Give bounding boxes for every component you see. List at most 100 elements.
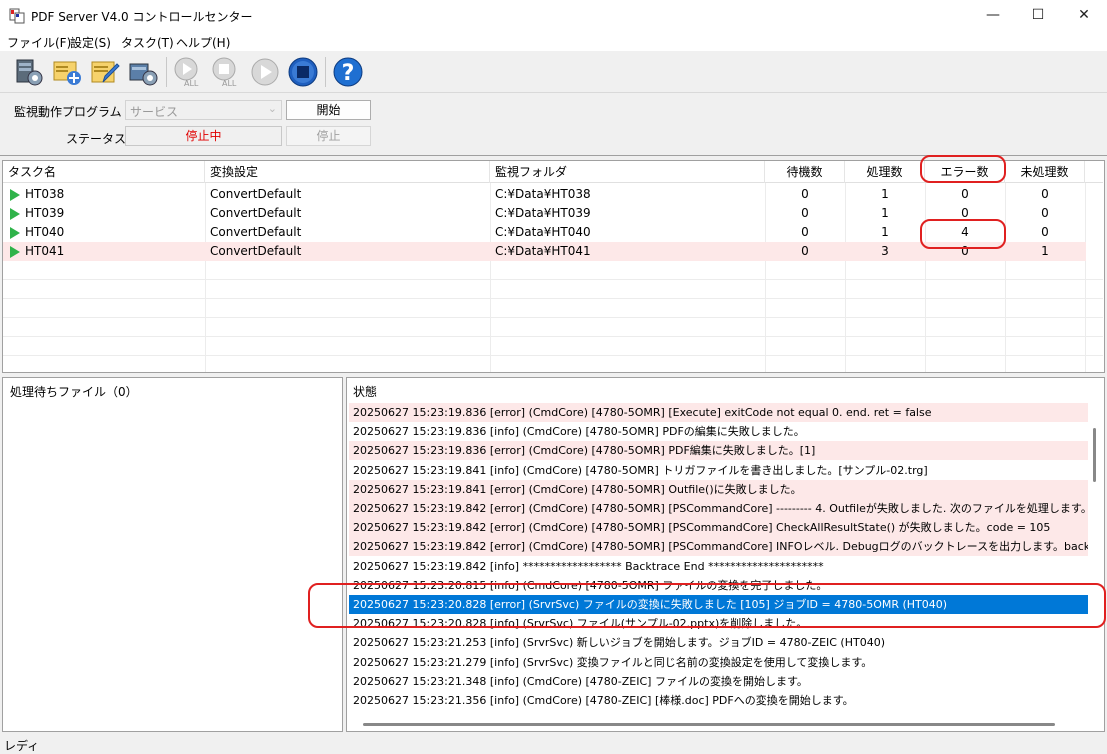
toolbar-separator [325, 57, 326, 87]
window-title: PDF Server V4.0 コントロールセンター [31, 10, 253, 24]
task-setting: ConvertDefault [210, 244, 302, 258]
column-header-setting[interactable]: 変換設定 [205, 161, 490, 183]
task-row[interactable]: HT041 ConvertDefault C:¥Data¥HT041 0 3 0… [3, 242, 1086, 261]
task-waiting: 0 [801, 244, 809, 258]
grid-line [3, 317, 1103, 318]
log-entry[interactable]: 20250627 15:23:21.348 [info] (CmdCore) [… [349, 672, 1088, 691]
menu-task[interactable]: タスク(T) [121, 34, 174, 51]
column-header-waiting[interactable]: 待機数 [765, 161, 845, 183]
play-icon [10, 189, 20, 201]
task-folder: C:¥Data¥HT039 [495, 206, 591, 220]
task-errors: 0 [961, 244, 969, 258]
task-waiting: 0 [801, 206, 809, 220]
maximize-button[interactable]: ☐ [1015, 0, 1061, 31]
menu-bar: ファイル(F) 設定(S) タスク(T) ヘルプ(H) [0, 31, 1107, 51]
task-setting: ConvertDefault [210, 206, 302, 220]
start-all-icon[interactable]: ALL [173, 56, 205, 88]
status-bar: レディ [0, 734, 1107, 754]
svg-text:?: ? [342, 61, 355, 86]
log-entry[interactable]: 20250627 15:23:21.253 [info] (SrvrSvc) 新… [349, 633, 1088, 652]
vertical-scrollbar[interactable] [1088, 404, 1104, 731]
column-header-task-name[interactable]: タスク名 [3, 161, 205, 183]
column-header-folder[interactable]: 監視フォルダ [490, 161, 765, 183]
task-unprocessed: 0 [1041, 225, 1049, 239]
task-row[interactable]: HT038 ConvertDefault C:¥Data¥HT038 0 1 0… [3, 185, 1086, 204]
log-pane[interactable]: 状態 20250627 15:23:19.836 [error] (CmdCor… [346, 377, 1105, 732]
stop-all-icon[interactable]: ALL [211, 56, 243, 88]
scrollbar-thumb[interactable] [1093, 428, 1096, 482]
close-button[interactable]: ✕ [1061, 0, 1107, 31]
task-name: HT039 [25, 206, 65, 220]
new-task-icon[interactable] [51, 56, 83, 88]
scrollbar-thumb[interactable] [363, 723, 1055, 726]
task-unprocessed: 0 [1041, 187, 1049, 201]
toolbar: ALL ALL ? [0, 51, 1107, 93]
pending-files-pane[interactable]: 処理待ちファイル（0） [2, 377, 343, 732]
grid-line [3, 298, 1103, 299]
log-entry[interactable]: 20250627 15:23:21.279 [info] (SrvrSvc) 変… [349, 653, 1088, 672]
task-grid[interactable]: タスク名 変換設定 監視フォルダ 待機数 処理数 エラー数 未処理数 HT038… [2, 160, 1105, 373]
menu-file[interactable]: ファイル(F) [7, 34, 71, 51]
task-row[interactable]: HT040 ConvertDefault C:¥Data¥HT040 0 1 4… [3, 223, 1086, 242]
grid-line [3, 355, 1103, 356]
status-label: ステータス [66, 132, 127, 146]
log-entry[interactable]: 20250627 15:23:19.841 [info] (CmdCore) [… [349, 461, 1088, 480]
minimize-button[interactable]: — [970, 0, 1016, 31]
help-icon[interactable]: ? [332, 56, 364, 88]
play-icon [10, 246, 20, 258]
column-header-unprocessed[interactable]: 未処理数 [1005, 161, 1085, 183]
stop-button[interactable]: 停止 [286, 126, 371, 146]
task-errors: 0 [961, 206, 969, 220]
task-folder: C:¥Data¥HT038 [495, 187, 591, 201]
column-header-processed[interactable]: 処理数 [845, 161, 925, 183]
task-folder: C:¥Data¥HT041 [495, 244, 591, 258]
edit-task-icon[interactable] [89, 56, 121, 88]
program-select[interactable]: サービス ⌄ [125, 100, 282, 120]
grid-line [3, 336, 1103, 337]
stop-icon[interactable] [287, 56, 319, 88]
task-row[interactable]: HT039 ConvertDefault C:¥Data¥HT039 0 1 0… [3, 204, 1086, 223]
log-entry[interactable]: 20250627 15:23:19.836 [info] (CmdCore) [… [349, 422, 1088, 441]
task-unprocessed: 0 [1041, 206, 1049, 220]
log-entry[interactable]: 20250627 15:23:21.356 [info] (CmdCore) [… [349, 691, 1088, 710]
start-icon[interactable] [249, 56, 281, 88]
column-header-errors[interactable]: エラー数 [925, 161, 1005, 183]
program-select-value: サービス [130, 105, 179, 119]
menu-help[interactable]: ヘルプ(H) [176, 34, 230, 51]
task-name: HT038 [25, 187, 65, 201]
app-window: PDF Server V4.0 コントロールセンター — ☐ ✕ ファイル(F)… [0, 0, 1107, 754]
task-name: HT040 [25, 225, 65, 239]
program-label: 監視動作プログラム [14, 105, 122, 119]
start-button[interactable]: 開始 [286, 100, 371, 120]
menu-settings[interactable]: 設定(S) [70, 34, 111, 51]
log-entry[interactable]: 20250627 15:23:19.842 [error] (CmdCore) … [349, 499, 1088, 518]
log-entry[interactable]: 20250627 15:23:19.842 [error] (CmdCore) … [349, 537, 1088, 556]
pending-files-title: 処理待ちファイル（0） [10, 385, 138, 399]
all-label: ALL [184, 79, 199, 88]
log-entry[interactable]: 20250627 15:23:19.842 [info] ***********… [349, 557, 1088, 576]
engine-settings-icon[interactable] [127, 56, 159, 88]
play-icon [10, 227, 20, 239]
horizontal-scrollbar[interactable] [349, 718, 1088, 731]
log-entry[interactable]: 20250627 15:23:19.836 [error] (CmdCore) … [349, 441, 1088, 460]
log-entry[interactable]: 20250627 15:23:20.815 [info] (CmdCore) [… [349, 576, 1088, 595]
log-entry-selected[interactable]: 20250627 15:23:20.828 [error] (SrvrSvc) … [349, 595, 1088, 614]
task-setting: ConvertDefault [210, 225, 302, 239]
task-unprocessed: 1 [1041, 244, 1049, 258]
task-waiting: 0 [801, 225, 809, 239]
log-entry[interactable]: 20250627 15:23:19.841 [error] (CmdCore) … [349, 480, 1088, 499]
task-setting: ConvertDefault [210, 187, 302, 201]
log-entry[interactable]: 20250627 15:23:19.836 [error] (CmdCore) … [349, 403, 1088, 422]
log-entry[interactable]: 20250627 15:23:20.828 [info] (SrvrSvc) フ… [349, 614, 1088, 633]
app-pdf-icon [9, 8, 25, 24]
task-errors: 4 [961, 225, 969, 239]
task-errors: 0 [961, 187, 969, 201]
status-value: 停止中 [125, 126, 282, 146]
toolbar-separator [166, 57, 167, 87]
task-name: HT041 [25, 244, 65, 258]
log-entry[interactable]: 20250627 15:23:19.842 [error] (CmdCore) … [349, 518, 1088, 537]
task-processed: 3 [881, 244, 889, 258]
server-settings-icon[interactable] [13, 56, 45, 88]
play-icon [10, 208, 20, 220]
task-processed: 1 [881, 225, 889, 239]
